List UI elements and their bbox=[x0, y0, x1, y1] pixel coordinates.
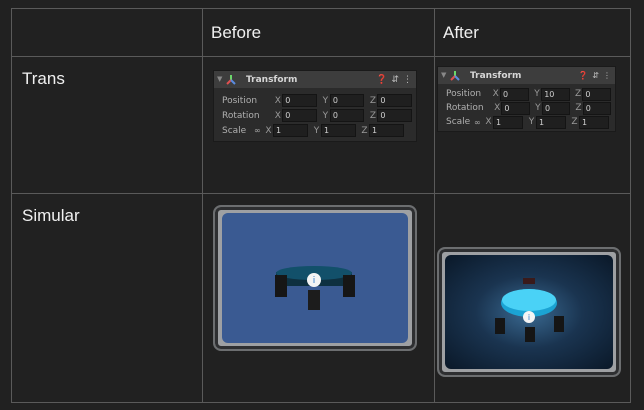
foldout-arrow-icon[interactable]: ▼ bbox=[217, 75, 222, 83]
preset-icon[interactable]: ⇵ bbox=[391, 75, 399, 85]
axis-x-label: X bbox=[274, 95, 281, 106]
rotation-x-field[interactable]: 0 bbox=[282, 109, 317, 122]
axis-x-label: X bbox=[274, 110, 281, 121]
position-label: Position bbox=[222, 95, 258, 106]
leg-center bbox=[525, 327, 535, 342]
axis-y-label: Y bbox=[528, 117, 535, 127]
rotation-y-field[interactable]: 0 bbox=[329, 109, 365, 122]
axis-y-label: Y bbox=[322, 110, 329, 121]
axis-x-label: X bbox=[494, 103, 501, 113]
scale-y-field[interactable]: 1 bbox=[536, 115, 566, 129]
leg-right bbox=[343, 275, 355, 297]
simulator-screen-before: i bbox=[222, 213, 408, 343]
leg-right bbox=[554, 316, 564, 332]
axis-z-label: Z bbox=[575, 89, 582, 99]
help-icon[interactable]: ❓ bbox=[376, 75, 387, 85]
inspector-header[interactable]: ▼ Transform ❓ ⇵ ⋮ bbox=[214, 71, 416, 88]
inspector-header[interactable]: ▼ Transform ❓ ⇵ ⋮ bbox=[438, 67, 615, 84]
scale-z-field[interactable]: 1 bbox=[579, 115, 609, 129]
rotation-y-field[interactable]: 0 bbox=[542, 101, 571, 115]
position-y-field[interactable]: 0 bbox=[329, 94, 365, 107]
scale-link-icon[interactable]: ∞ bbox=[474, 118, 484, 127]
leg-center bbox=[308, 290, 320, 310]
rotation-z-field[interactable]: 0 bbox=[582, 101, 611, 115]
axis-y-label: Y bbox=[535, 103, 541, 113]
inspector-title: Transform bbox=[470, 70, 522, 81]
rotation-row: Rotation X 0 Y 0 Z 0 bbox=[438, 101, 615, 115]
rotation-label: Rotation bbox=[222, 110, 260, 121]
scale-row: Scale ∞ X 1 Y 1 Z 1 bbox=[438, 115, 615, 129]
axis-x-label: X bbox=[485, 117, 492, 127]
transform-inspector-after: ▼ Transform ❓ ⇵ ⋮ Position X 0 Y 10 Z 0 … bbox=[437, 66, 616, 132]
transform-inspector-before: ▼ Transform ❓ ⇵ ⋮ Position X 0 Y 0 Z 0 R… bbox=[213, 70, 417, 142]
transform-axes-icon bbox=[450, 71, 460, 81]
simulator-device-before: i bbox=[213, 205, 417, 351]
leg-left bbox=[495, 318, 505, 334]
scale-label: Scale bbox=[222, 125, 247, 136]
position-z-field[interactable]: 0 bbox=[377, 94, 412, 107]
more-icon[interactable]: ⋮ bbox=[403, 75, 412, 85]
axis-y-label: Y bbox=[322, 95, 329, 106]
header-before: Before bbox=[202, 8, 435, 57]
scene-before: i bbox=[275, 266, 355, 310]
simulator-screen-after: i bbox=[445, 255, 613, 369]
axis-y-label: Y bbox=[313, 125, 320, 136]
scale-row: Scale ∞ X 1 Y 1 Z 1 bbox=[214, 123, 416, 138]
leg-left bbox=[275, 275, 287, 297]
rotation-z-field[interactable]: 0 bbox=[377, 109, 412, 122]
help-icon[interactable]: ❓ bbox=[578, 71, 588, 80]
transform-axes-icon bbox=[226, 75, 236, 85]
position-label: Position bbox=[446, 89, 482, 99]
scale-y-field[interactable]: 1 bbox=[321, 124, 356, 137]
rotation-x-field[interactable]: 0 bbox=[501, 101, 530, 115]
svg-text:i: i bbox=[528, 313, 530, 322]
scale-x-field[interactable]: 1 bbox=[493, 115, 523, 129]
scale-label: Scale bbox=[446, 117, 471, 127]
axis-x-label: X bbox=[265, 125, 272, 136]
scale-z-field[interactable]: 1 bbox=[369, 124, 404, 137]
corner-cell bbox=[11, 8, 203, 57]
scene-after: i bbox=[495, 278, 564, 342]
inspector-title: Transform bbox=[246, 74, 298, 85]
axis-z-label: Z bbox=[571, 117, 578, 127]
header-after: After bbox=[434, 8, 631, 57]
axis-z-label: Z bbox=[361, 125, 368, 136]
preset-icon[interactable]: ⇵ bbox=[592, 71, 599, 80]
svg-text:i: i bbox=[313, 276, 316, 286]
scale-x-field[interactable]: 1 bbox=[273, 124, 308, 137]
scale-link-icon[interactable]: ∞ bbox=[254, 126, 264, 135]
axis-z-label: Z bbox=[369, 95, 376, 106]
rotation-row: Rotation X 0 Y 0 Z 0 bbox=[214, 108, 416, 123]
position-row: Position X 0 Y 0 Z 0 bbox=[214, 93, 416, 108]
position-x-field[interactable]: 0 bbox=[282, 94, 317, 107]
simulator-device-after: i bbox=[437, 247, 621, 377]
more-icon[interactable]: ⋮ bbox=[603, 71, 611, 80]
position-row: Position X 0 Y 10 Z 0 bbox=[438, 87, 615, 101]
axis-y-label: Y bbox=[534, 89, 540, 99]
top-object bbox=[523, 278, 535, 284]
foldout-arrow-icon[interactable]: ▼ bbox=[441, 71, 446, 79]
position-y-field[interactable]: 10 bbox=[541, 87, 570, 101]
axis-x-label: X bbox=[492, 89, 499, 99]
row-label-simular: Simular bbox=[11, 193, 203, 403]
position-z-field[interactable]: 0 bbox=[582, 87, 612, 101]
row-label-trans: Trans bbox=[11, 56, 203, 194]
axis-z-label: Z bbox=[575, 103, 582, 113]
rotation-label: Rotation bbox=[446, 103, 484, 113]
position-x-field[interactable]: 0 bbox=[500, 87, 529, 101]
axis-z-label: Z bbox=[369, 110, 376, 121]
